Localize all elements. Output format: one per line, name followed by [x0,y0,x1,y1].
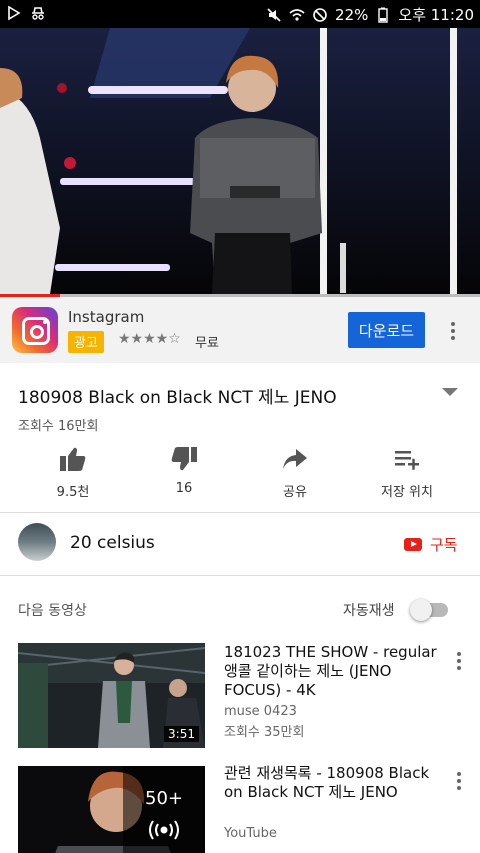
add-to-playlist-icon [395,451,419,470]
playlist-thumbnail[interactable]: 50+ [18,766,205,853]
do-not-disturb-icon [313,7,327,22]
save-label: 저장 위치 [381,485,433,500]
ad-banner[interactable]: Instagram 광고 ★★★★☆ 무료 다운로드 [0,297,480,363]
wifi-icon [289,8,305,21]
share-icon [283,449,307,469]
like-button[interactable]: 9.5천 [28,446,118,500]
incognito-icon [32,7,44,20]
ad-app-name: Instagram [68,308,145,326]
instagram-logo-icon [12,307,58,353]
dislike-count: 16 [175,481,193,496]
subscribe-label: 구독 [430,536,458,554]
thumbs-up-icon [60,447,86,471]
video-views: 조회수 35만회 [224,725,305,740]
divider [0,575,480,576]
video-title: 180908 Black on Black NCT 제노 JENO [18,388,337,408]
save-button[interactable]: 저장 위치 [362,446,452,500]
channel-avatar[interactable] [18,523,56,561]
video-thumbnail[interactable]: 3:51 [18,643,205,748]
video-channel: muse 0423 [224,704,297,719]
channel-name[interactable]: 20 celsius [70,533,155,553]
up-next-label: 다음 동영상 [18,603,87,619]
video-title[interactable]: 181023 THE SHOW - regular 앵콜 같이하는 제노 (JE… [224,643,444,700]
share-button[interactable]: 공유 [250,446,340,500]
share-label: 공유 [283,485,307,500]
status-bar: 22% 오후 11:20 [0,0,480,28]
autoplay-toggle-knob[interactable] [410,599,432,621]
video-frame-illustration [0,28,480,294]
video-more-options-icon[interactable] [456,652,462,670]
ad-badge: 광고 [68,331,104,353]
playlist-channel: YouTube [224,826,277,841]
battery-percent: 22% [335,5,369,24]
clock: 오후 11:20 [398,6,474,24]
divider [0,512,480,513]
youtube-icon [404,538,422,551]
like-count: 9.5천 [56,485,90,500]
ad-rating-stars: ★★★★☆ [118,331,181,347]
ad-more-options-icon[interactable] [450,322,456,340]
mute-icon [267,7,281,22]
playlist-mix-icon [149,820,179,840]
battery-icon [378,7,389,23]
playlist-title[interactable]: 관련 재생목록 - 180908 Black on Black NCT 제노 J… [224,764,444,802]
video-player[interactable] [0,28,480,294]
play-store-notification-icon [8,5,21,21]
playlist-count: 50+ [145,788,183,809]
ad-price: 무료 [195,336,219,351]
expand-description-icon[interactable] [442,388,458,396]
playlist-more-options-icon[interactable] [456,772,462,790]
thumbs-down-icon [171,447,197,471]
video-duration: 3:51 [164,726,199,742]
dislike-button[interactable]: 16 [139,446,229,496]
autoplay-label: 자동재생 [343,603,395,619]
subscribe-button[interactable]: 구독 [404,534,458,555]
view-count: 조회수 16만회 [18,419,99,434]
playlist-overlay: 50+ [123,766,205,853]
download-button[interactable]: 다운로드 [348,312,425,348]
